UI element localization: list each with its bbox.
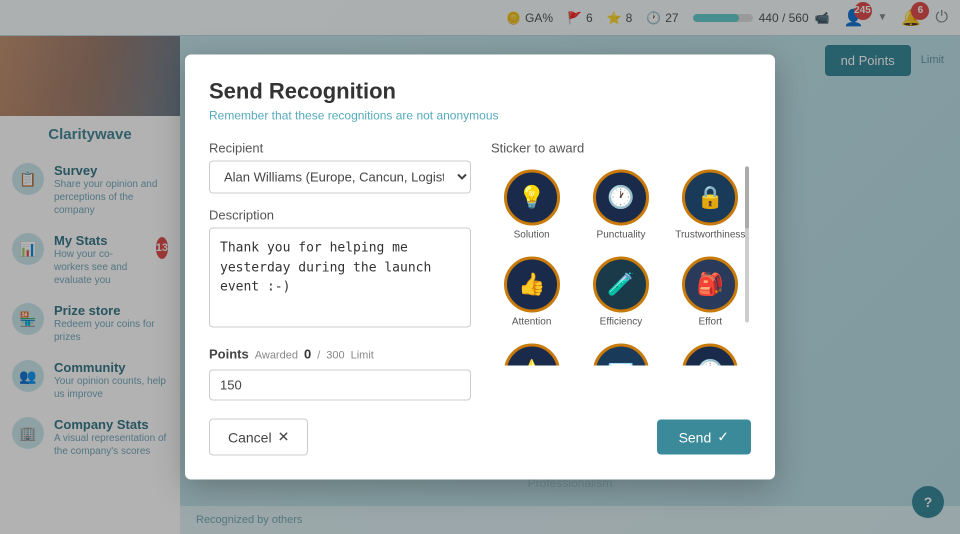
points-max: 300 <box>326 350 344 362</box>
points-separator: / <box>317 350 320 362</box>
sticker-circle-5: 🎒 <box>682 257 738 313</box>
sticker-name-5: Effort <box>698 317 722 328</box>
sticker-icon-4: 🧪 <box>607 272 634 298</box>
points-awarded-label: Awarded <box>255 350 298 362</box>
modal-subtitle: Remember that these recognitions are not… <box>209 109 751 123</box>
sticker-item-tenacity[interactable]: ✉️ Tenacity <box>580 340 661 366</box>
send-label: Send <box>679 429 712 445</box>
sticker-name-0: Solution <box>514 230 550 241</box>
recipient-select[interactable]: Alan Williams (Europe, Cancun, Logistics… <box>209 161 471 194</box>
sticker-icon-2: 🔒 <box>697 185 724 211</box>
sticker-circle-4: 🧪 <box>593 257 649 313</box>
points-label: Points <box>209 347 249 362</box>
sticker-scrollbar <box>745 167 749 323</box>
points-current: 0 <box>304 347 311 362</box>
sticker-item-solution[interactable]: 💡 Solution <box>491 166 572 245</box>
description-textarea[interactable]: Thank you for helping me yesterday durin… <box>209 228 471 328</box>
sticker-circle-1: 🕐 <box>593 170 649 226</box>
points-limit-label: Limit <box>351 350 374 362</box>
cancel-label: Cancel <box>228 429 272 445</box>
cancel-x-icon: ✕ <box>278 429 290 446</box>
sticker-name-3: Attention <box>512 317 551 328</box>
points-row: Points Awarded 0 / 300 Limit <box>209 347 471 362</box>
modal-left-panel: Recipient Alan Williams (Europe, Cancun,… <box>209 141 471 401</box>
send-recognition-modal: Send Recognition Remember that these rec… <box>185 55 775 480</box>
sticker-icon-0: 💡 <box>518 185 545 211</box>
recipient-label: Recipient <box>209 141 471 156</box>
send-button[interactable]: Send ✓ <box>657 420 751 455</box>
sticker-circle-2: 🔒 <box>682 170 738 226</box>
sticker-icon-3: 👍 <box>518 272 545 298</box>
sticker-icon-7: ✉️ <box>607 359 634 366</box>
sticker-item-attention[interactable]: 👍 Attention <box>491 253 572 332</box>
sticker-grid: 💡 Solution 🕐 Punctuality 🔒 Trustworthine… <box>491 166 751 366</box>
sticker-circle-3: 👍 <box>504 257 560 313</box>
sticker-circle-7: ✉️ <box>593 344 649 366</box>
sticker-name-2: Trustworthiness <box>675 230 745 241</box>
sticker-item-productivity[interactable]: ⭐ Productivity <box>491 340 572 366</box>
description-label: Description <box>209 208 471 223</box>
modal-title: Send Recognition <box>209 79 751 105</box>
sticker-item-effort[interactable]: 🎒 Effort <box>670 253 751 332</box>
sticker-name-4: Efficiency <box>600 317 643 328</box>
send-check-icon: ✓ <box>717 429 729 446</box>
points-input[interactable] <box>209 370 471 401</box>
modal-right-panel: Sticker to award 💡 Solution 🕐 Punctualit… <box>491 141 751 401</box>
sticker-icon-6: ⭐ <box>518 359 545 366</box>
sticker-circle-8: 🕐 <box>682 344 738 366</box>
sticker-item-efficiency[interactable]: 🧪 Efficiency <box>580 253 661 332</box>
sticker-item-trustworthiness[interactable]: 🔒 Trustworthiness <box>670 166 751 245</box>
sticker-label: Sticker to award <box>491 141 751 156</box>
sticker-item-punctuality[interactable]: 🕐 Punctuality <box>580 166 661 245</box>
sticker-circle-6: ⭐ <box>504 344 560 366</box>
sticker-icon-1: 🕐 <box>607 185 634 211</box>
modal-footer: Cancel ✕ Send ✓ <box>209 419 751 456</box>
modal-body: Recipient Alan Williams (Europe, Cancun,… <box>209 141 751 401</box>
cancel-button[interactable]: Cancel ✕ <box>209 419 308 456</box>
sticker-name-1: Punctuality <box>597 230 646 241</box>
sticker-item-responsibility[interactable]: 🕐 Responsibility <box>670 340 751 366</box>
sticker-circle-0: 💡 <box>504 170 560 226</box>
sticker-icon-8: 🕐 <box>697 359 724 366</box>
sticker-icon-5: 🎒 <box>697 272 724 298</box>
